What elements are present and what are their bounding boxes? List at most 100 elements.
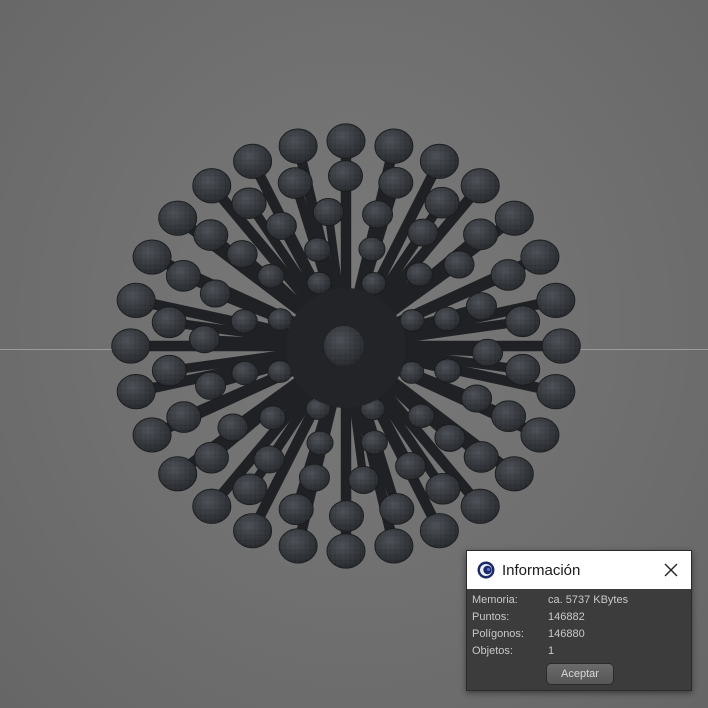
- mesh-bulb-wire: [192, 168, 231, 203]
- mesh-bulb-wire: [189, 325, 220, 353]
- mesh-bulb-wire: [374, 129, 413, 164]
- mesh-bulb-wire: [307, 431, 334, 455]
- close-icon: [664, 563, 678, 577]
- info-row-memory: Memoria: ca. 5737 KBytes: [472, 594, 686, 610]
- cinema4d-app-icon: [477, 561, 495, 579]
- mesh-bulb-wire: [378, 167, 413, 199]
- info-row-polygons: Polígonos: 146880: [472, 628, 686, 644]
- mesh-bulb-wire: [444, 251, 475, 279]
- info-label: Puntos:: [472, 611, 510, 623]
- info-value: ca. 5737 KBytes: [548, 594, 629, 606]
- mesh-bulb-wire: [111, 328, 150, 364]
- mesh-bulb-wire: [434, 359, 461, 383]
- mesh-bulb-wire: [495, 201, 534, 236]
- mesh-bulb-wire: [327, 123, 365, 159]
- mesh-bulb-wire: [348, 466, 379, 494]
- mesh-bulb-wire: [425, 473, 460, 505]
- mesh-bulb-wire: [307, 272, 332, 294]
- mesh-bulb-wire: [361, 272, 386, 295]
- mesh-bulb-wire: [152, 306, 187, 338]
- mesh-bulb-wire: [266, 212, 297, 240]
- mesh-bulb-wire: [329, 500, 364, 532]
- mesh-bulb-wire: [327, 533, 365, 569]
- info-value: 146882: [548, 611, 585, 623]
- mesh-bulb-wire: [117, 374, 156, 409]
- mesh-bulb-wire: [166, 401, 201, 433]
- mesh-bulb-wire: [407, 219, 438, 247]
- info-label: Memoria:: [472, 594, 518, 606]
- mesh-bulb-wire: [231, 309, 258, 333]
- mesh-bulb-wire: [313, 198, 344, 226]
- mesh-bulb-wire: [233, 513, 272, 548]
- mesh-bulb-wire: [133, 239, 172, 275]
- mesh-bulb-wire: [425, 187, 460, 219]
- info-label: Objetos:: [472, 645, 513, 657]
- mesh-bulb-wire: [158, 456, 197, 491]
- mesh-bulb-wire: [278, 167, 313, 199]
- mesh-bulb-wire: [536, 374, 575, 409]
- mesh-bulb-wire: [395, 452, 426, 480]
- mesh-bulb-wire: [466, 292, 497, 320]
- mesh-bulb-wire: [217, 413, 248, 441]
- mesh-bulb-wire: [279, 528, 318, 563]
- mesh-bulb-wire: [542, 328, 581, 364]
- mesh-bulb-wire: [362, 200, 393, 228]
- mesh-bulb-wire: [361, 430, 388, 454]
- mesh-bulb-wire: [193, 219, 228, 251]
- mesh-bulb-wire: [166, 260, 201, 292]
- mesh-bulb-wire: [505, 354, 540, 386]
- mesh-bulb-wire: [400, 309, 425, 332]
- mesh-bulb-wire: [420, 144, 459, 179]
- mesh-bulb-wire: [194, 442, 229, 473]
- mesh-bulb-wire: [408, 404, 435, 428]
- mesh-bulb-wire: [200, 280, 231, 308]
- mesh-bulb-wire: [434, 307, 461, 331]
- mesh-bulb-wire: [158, 201, 197, 236]
- mesh-bulb-wire: [434, 424, 465, 452]
- mesh-bulb-wire: [520, 239, 559, 275]
- mesh-bulb-wire: [279, 493, 314, 525]
- mesh-bulb-wire: [491, 259, 526, 291]
- mesh-bulb-wire: [420, 513, 459, 548]
- mesh-bulb-wire: [227, 240, 258, 268]
- close-button[interactable]: [659, 558, 683, 582]
- mesh-bulb-wire: [463, 219, 498, 250]
- mesh-bulb-wire: [491, 400, 526, 432]
- mesh-bulb-wire: [379, 493, 414, 525]
- mesh-bulb-wire: [374, 528, 413, 563]
- info-row-objects: Objetos: 1: [472, 645, 686, 661]
- accept-button[interactable]: Aceptar: [546, 663, 614, 685]
- mesh-bulb-wire: [464, 441, 499, 473]
- dialog-titlebar: Información: [467, 551, 691, 589]
- info-value: 1: [548, 645, 555, 657]
- mesh-bulb-wire: [233, 144, 272, 179]
- mesh-bulb-wire: [495, 456, 534, 491]
- info-label: Polígonos:: [472, 628, 524, 640]
- mesh-bulb-wire: [461, 384, 492, 412]
- mesh-center-wire: [324, 326, 364, 366]
- mesh-bulb-wire: [358, 237, 385, 261]
- mesh-bulb-wire: [461, 489, 500, 524]
- mesh-bulb-wire: [268, 308, 293, 331]
- mesh-bulb-wire: [536, 283, 575, 318]
- mesh-bulb-wire: [231, 361, 258, 385]
- mesh-bulb-wire: [461, 168, 500, 203]
- mesh-bulb-wire: [192, 489, 231, 524]
- mesh-bulb-wire: [328, 160, 363, 192]
- mesh-bulb-wire: [520, 417, 559, 453]
- mesh-bulb-wire: [195, 372, 226, 400]
- mesh-bulb-wire: [279, 129, 318, 164]
- mesh-bulb-wire: [505, 306, 540, 337]
- mesh-bulb-wire: [257, 264, 284, 288]
- info-dialog: Información Memoria: ca. 5737 KBytes Pun…: [466, 550, 692, 691]
- mesh-bulb-wire: [152, 355, 187, 386]
- mesh-bulb-wire: [254, 445, 285, 473]
- mesh-bulb-wire: [117, 283, 156, 318]
- info-value: 146880: [548, 628, 585, 640]
- dialog-title: Información: [502, 562, 581, 579]
- mesh-bulb-wire: [406, 262, 433, 287]
- mesh-bulb-wire: [259, 405, 286, 430]
- info-row-points: Puntos: 146882: [472, 611, 686, 627]
- mesh-bulb-wire: [133, 417, 172, 453]
- mesh-bulb-wire: [232, 473, 267, 505]
